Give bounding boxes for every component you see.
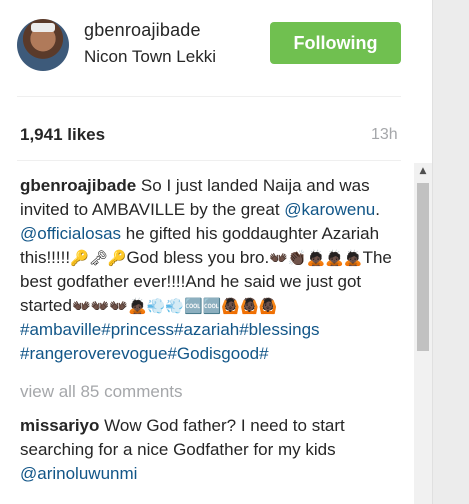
- scrollbar-thumb[interactable]: [417, 183, 429, 351]
- comment-author[interactable]: missariyo: [20, 416, 99, 435]
- mention-link[interactable]: @officialosas: [20, 224, 121, 243]
- mention-link[interactable]: @karowenu: [284, 200, 375, 219]
- post-location[interactable]: Nicon Town Lekki: [84, 47, 216, 67]
- caption-text: .: [375, 200, 380, 219]
- comment: missariyo Wow God father? I need to star…: [20, 414, 414, 486]
- caption-text: God bless you bro.: [126, 248, 270, 267]
- scroll-up-arrow-icon[interactable]: ▲: [414, 163, 432, 180]
- key-emoji: 🔑🗝🔑: [70, 249, 127, 267]
- hashtags-link[interactable]: #ambaville#princess#azariah#blessings #r…: [20, 320, 320, 363]
- divider: [17, 96, 401, 97]
- comments-scrollbar[interactable]: ▲: [414, 163, 432, 504]
- caption: gbenroajibade So I just landed Naija and…: [20, 174, 414, 366]
- divider: [17, 160, 401, 161]
- comments-section: gbenroajibade So I just landed Naija and…: [20, 174, 414, 486]
- mention-link[interactable]: @arinoluwunmi: [20, 464, 137, 483]
- following-button[interactable]: Following: [270, 22, 401, 64]
- view-all-comments-link[interactable]: view all 85 comments: [20, 380, 414, 404]
- post-username[interactable]: gbenroajibade: [84, 20, 201, 41]
- likes-count[interactable]: 1,941 likes: [20, 125, 105, 145]
- side-panel: [432, 0, 469, 504]
- post-header: gbenroajibade Nicon Town Lekki Following: [0, 0, 432, 96]
- hands-emoji: 👐🏿👏🏿🙇🏿🙇🏿🙇🏿: [269, 249, 363, 267]
- post-time: 13h: [371, 126, 398, 143]
- celebration-emoji: 👐🏿👐🏿👐🏿🙇🏿💨💨🆒🆒🙆🏿🙆🏿🙆🏿: [71, 297, 278, 315]
- caption-author[interactable]: gbenroajibade: [20, 176, 136, 195]
- avatar[interactable]: [17, 19, 69, 71]
